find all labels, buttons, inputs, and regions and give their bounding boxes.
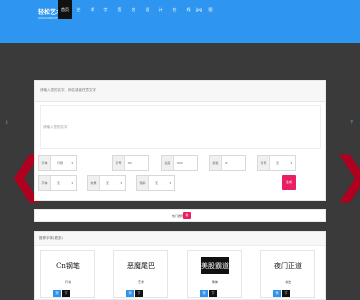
effect-value: 无 [106, 181, 110, 185]
form-title: 请输入您的名字、网名或者任意文字 [40, 88, 96, 92]
second-font-value: 无 [57, 181, 61, 185]
color-field[interactable]: 颜色 # [209, 155, 246, 171]
color-value: # [225, 161, 228, 165]
font-label: 字体 [39, 156, 51, 170]
nav-item-8[interactable]: 在 [170, 0, 179, 19]
chevron-down-icon: ▾ [290, 161, 292, 165]
width-label: 宽度 [162, 156, 174, 170]
skew-label: 倾斜 [137, 176, 149, 190]
recommended-fonts-title: 推荐字体(更多) [39, 236, 63, 240]
font-name-2: 艺术 [138, 280, 145, 284]
font-size-label: 字号 [113, 156, 125, 170]
font-preview-2: 恶魔尾巴 [127, 261, 155, 270]
font-value: 行楷 [57, 161, 64, 165]
form-header: 请输入您的名字、网名或者任意文字 [35, 81, 325, 102]
preview-button-3[interactable]: 预 [200, 290, 208, 297]
nav-item-4[interactable]: 签 [115, 0, 124, 19]
font-preview-3: 美股霸道 [201, 257, 229, 274]
width-field[interactable]: 宽度 800 [161, 155, 198, 171]
chevron-down-icon: ▾ [71, 181, 73, 185]
top-navigation-bar: 轻松艺术签 QINGSONGYISHU 首页 艺 术 字 签 名 设 计 在 线… [0, 0, 360, 43]
right-arrow-icon[interactable]: ❯ [332, 151, 360, 199]
nav-item-10[interactable]: jpg [193, 0, 205, 19]
recommended-fonts-header: 推荐字体(更多) [35, 232, 325, 246]
effect-select[interactable]: 效果 无 ▾ [87, 175, 126, 191]
background-value: 无 [276, 161, 280, 165]
second-font-label: 字体 [39, 176, 51, 190]
new-badge: 新 [183, 212, 191, 219]
font-name-3: 繁体 [212, 280, 219, 284]
second-font-select[interactable]: 字体 无 ▾ [38, 175, 77, 191]
download-button-1[interactable]: 下 [62, 290, 70, 297]
font-card-2[interactable]: 恶魔尾巴 艺术 预 下 [113, 250, 168, 298]
font-select[interactable]: 字体 行楷 ▾ [38, 155, 77, 171]
font-size-value: 80 [128, 161, 132, 165]
skew-value: 无 [155, 181, 159, 185]
font-name-4: 书法 [285, 280, 292, 284]
nav-item-2[interactable]: 术 [88, 0, 97, 19]
font-card-3[interactable]: 美股霸道 繁体 预 下 [187, 250, 242, 298]
width-value: 800 [177, 161, 183, 165]
font-card-1[interactable]: Cn钢笔 行书 预 下 [40, 250, 95, 298]
color-label: 颜色 [210, 156, 222, 170]
background-label: 背景 [258, 156, 270, 170]
preview-button-4[interactable]: 预 [273, 290, 281, 297]
font-name-1: 行书 [65, 280, 72, 284]
right-side-label: 下 [350, 120, 354, 124]
chevron-down-icon: ▾ [120, 181, 122, 185]
download-button-2[interactable]: 下 [135, 290, 143, 297]
chevron-down-icon: ▾ [71, 161, 73, 165]
nav-item-9[interactable]: 线 [184, 0, 193, 19]
nav-item-5[interactable]: 名 [129, 0, 138, 19]
left-side-label: 上 [5, 120, 9, 124]
nav-item-11[interactable]: 图 [206, 0, 215, 19]
preview-button-2[interactable]: 预 [126, 290, 134, 297]
site-logo[interactable]: 轻松艺术签 QINGSONGYISHU [38, 7, 68, 27]
nav-item-1[interactable]: 艺 [74, 0, 83, 19]
nav-item-7[interactable]: 计 [156, 0, 165, 19]
name-input-placeholder: 请输入您的名字 [43, 125, 68, 129]
font-size-field[interactable]: 字号 80 [112, 155, 149, 171]
effect-label: 效果 [88, 176, 100, 190]
nav-item-3[interactable]: 字 [101, 0, 110, 19]
preview-button-1[interactable]: 预 [53, 290, 61, 297]
download-button-4[interactable]: 下 [282, 290, 290, 297]
download-button-3[interactable]: 下 [209, 290, 217, 297]
font-preview-1: Cn钢笔 [56, 261, 80, 270]
font-card-4[interactable]: 夜门正道 书法 预 下 [260, 250, 315, 298]
skew-select[interactable]: 倾斜 无 ▾ [136, 175, 175, 191]
font-preview-4: 夜门正道 [274, 261, 302, 270]
nav-item-6[interactable]: 设 [143, 0, 152, 19]
generate-button[interactable]: 生成 [282, 175, 296, 190]
recommend-strip: 热门推荐 新 [34, 209, 326, 222]
background-select[interactable]: 背景 无 ▾ [257, 155, 296, 171]
name-input-area[interactable] [40, 105, 321, 149]
nav-item-home[interactable]: 首页 [58, 0, 72, 19]
chevron-down-icon: ▾ [169, 181, 171, 185]
